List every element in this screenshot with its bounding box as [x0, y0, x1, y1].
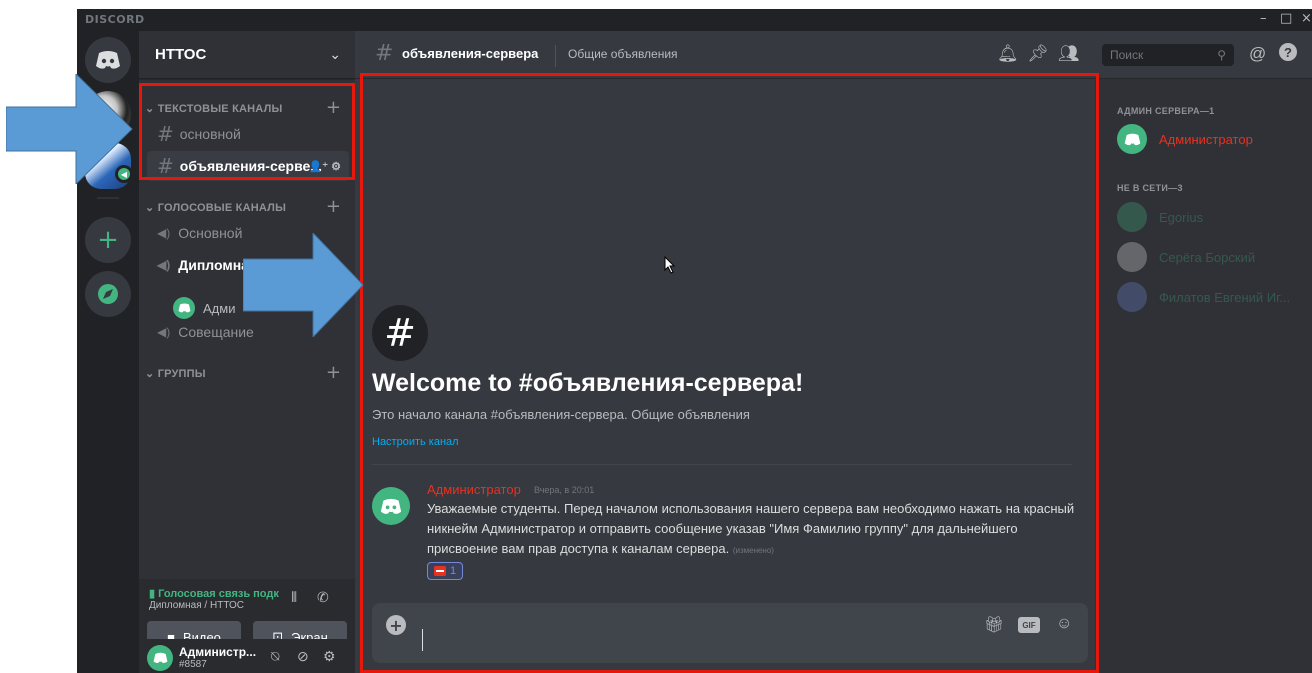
search-box[interactable]: ⚲ [1102, 44, 1234, 66]
close-button[interactable]: × [1301, 11, 1312, 26]
voice-status[interactable]: ▮ Голосовая связь подк [149, 587, 279, 600]
avatar [173, 297, 195, 319]
discord-logo-icon [153, 652, 167, 663]
discord-logo-icon [178, 303, 190, 313]
add-group-channel-icon[interactable]: + [326, 362, 341, 383]
search-icon: ⚲ [1217, 48, 1226, 62]
server-header[interactable]: НТТОС ⌄ [139, 31, 355, 79]
compass-icon [98, 284, 118, 304]
member-name: Администратор [1159, 131, 1253, 147]
headphones-muted-icon[interactable]: ⊘ [297, 648, 309, 665]
channel-label: Основной [178, 225, 243, 241]
member-category-admin: АДМИН СЕРВЕРА—1 [1117, 106, 1215, 116]
category-voice-channels[interactable]: ⌄ ГОЛОСОВЫЕ КАНАЛЫ [145, 201, 286, 214]
arrow-icon [243, 233, 364, 337]
avatar [1117, 282, 1147, 312]
voice-location: Дипломная / НТТОС [149, 600, 244, 611]
member-item[interactable]: Администратор [1117, 123, 1253, 155]
voice-user-name: Адми [203, 300, 236, 316]
header-divider [555, 45, 556, 67]
arrow-icon [6, 74, 133, 184]
title-bar: DISCORD – □ × [77, 9, 1312, 31]
noise-suppression-icon[interactable]: ⦀ [291, 589, 297, 606]
channel-topic: Общие объявления [568, 47, 678, 61]
speaker-icon: ◀) [157, 325, 171, 339]
voice-user[interactable]: Адми [173, 297, 235, 319]
member-item[interactable]: Egorius [1117, 201, 1203, 233]
member-item[interactable]: Филатов Евгений Иг... [1117, 281, 1290, 313]
bell-icon[interactable]: 🔔︎ [997, 44, 1019, 64]
signal-icon: ▮ [149, 588, 156, 600]
app-brand: DISCORD [85, 13, 145, 26]
add-voice-channel-icon[interactable]: + [326, 196, 341, 217]
channel-header: # объявления-сервера Общие объявления 🔔︎… [355, 31, 1312, 79]
member-name: Филатов Евгений Иг... [1159, 289, 1291, 305]
add-server-button[interactable]: + [85, 217, 131, 263]
discord-logo-icon [1124, 133, 1140, 145]
avatar [1117, 202, 1147, 232]
category-groups[interactable]: ⌄ ГРУППЫ [145, 367, 206, 380]
speaker-icon: ◀) [157, 258, 171, 272]
category-label: ГРУППЫ [157, 368, 206, 380]
gear-icon[interactable]: ⚙ [323, 648, 336, 665]
highlight-box-channels [139, 83, 355, 180]
voice-status-label: Голосовая связь подк [158, 588, 279, 600]
user-name: Администр... [179, 645, 257, 659]
user-tag: #8587 [179, 659, 207, 670]
explore-servers-button[interactable] [85, 271, 131, 317]
member-item[interactable]: Серёга Борский [1117, 241, 1255, 273]
disconnect-icon[interactable]: ✆ [317, 589, 329, 606]
members-icon[interactable]: 👥︎ [1058, 44, 1080, 64]
discord-logo-icon [96, 51, 120, 69]
pin-icon[interactable]: 📌︎ [1027, 44, 1049, 64]
avatar[interactable] [147, 645, 173, 671]
rail-divider [97, 197, 119, 199]
speaker-icon: ◀) [157, 226, 171, 240]
member-list: АДМИН СЕРВЕРА—1 Администратор НЕ В СЕТИ—… [1095, 79, 1312, 673]
avatar [1117, 242, 1147, 272]
channel-title: объявления-сервера [402, 46, 539, 61]
category-label: ГОЛОСОВЫЕ КАНАЛЫ [157, 202, 287, 214]
avatar [1117, 124, 1147, 154]
highlight-box-messages [360, 73, 1099, 673]
member-name: Egorius [1159, 209, 1204, 225]
maximize-button[interactable]: □ [1280, 11, 1292, 26]
member-category-offline: НЕ В СЕТИ—3 [1117, 183, 1183, 193]
help-icon[interactable]: ? [1279, 43, 1297, 61]
mention-icon[interactable]: @ [1249, 44, 1266, 64]
user-panel: Администр... #8587 ⍉ ⊘ ⚙ [139, 639, 355, 673]
mouse-cursor-icon [664, 256, 676, 274]
search-input[interactable] [1110, 48, 1205, 62]
hash-icon: # [375, 41, 394, 66]
member-name: Серёга Борский [1159, 249, 1256, 265]
minimize-button[interactable]: – [1260, 11, 1267, 26]
chevron-down-icon: ⌄ [329, 46, 341, 62]
server-name: НТТОС [155, 46, 207, 63]
mic-muted-icon[interactable]: ⍉ [271, 648, 279, 665]
